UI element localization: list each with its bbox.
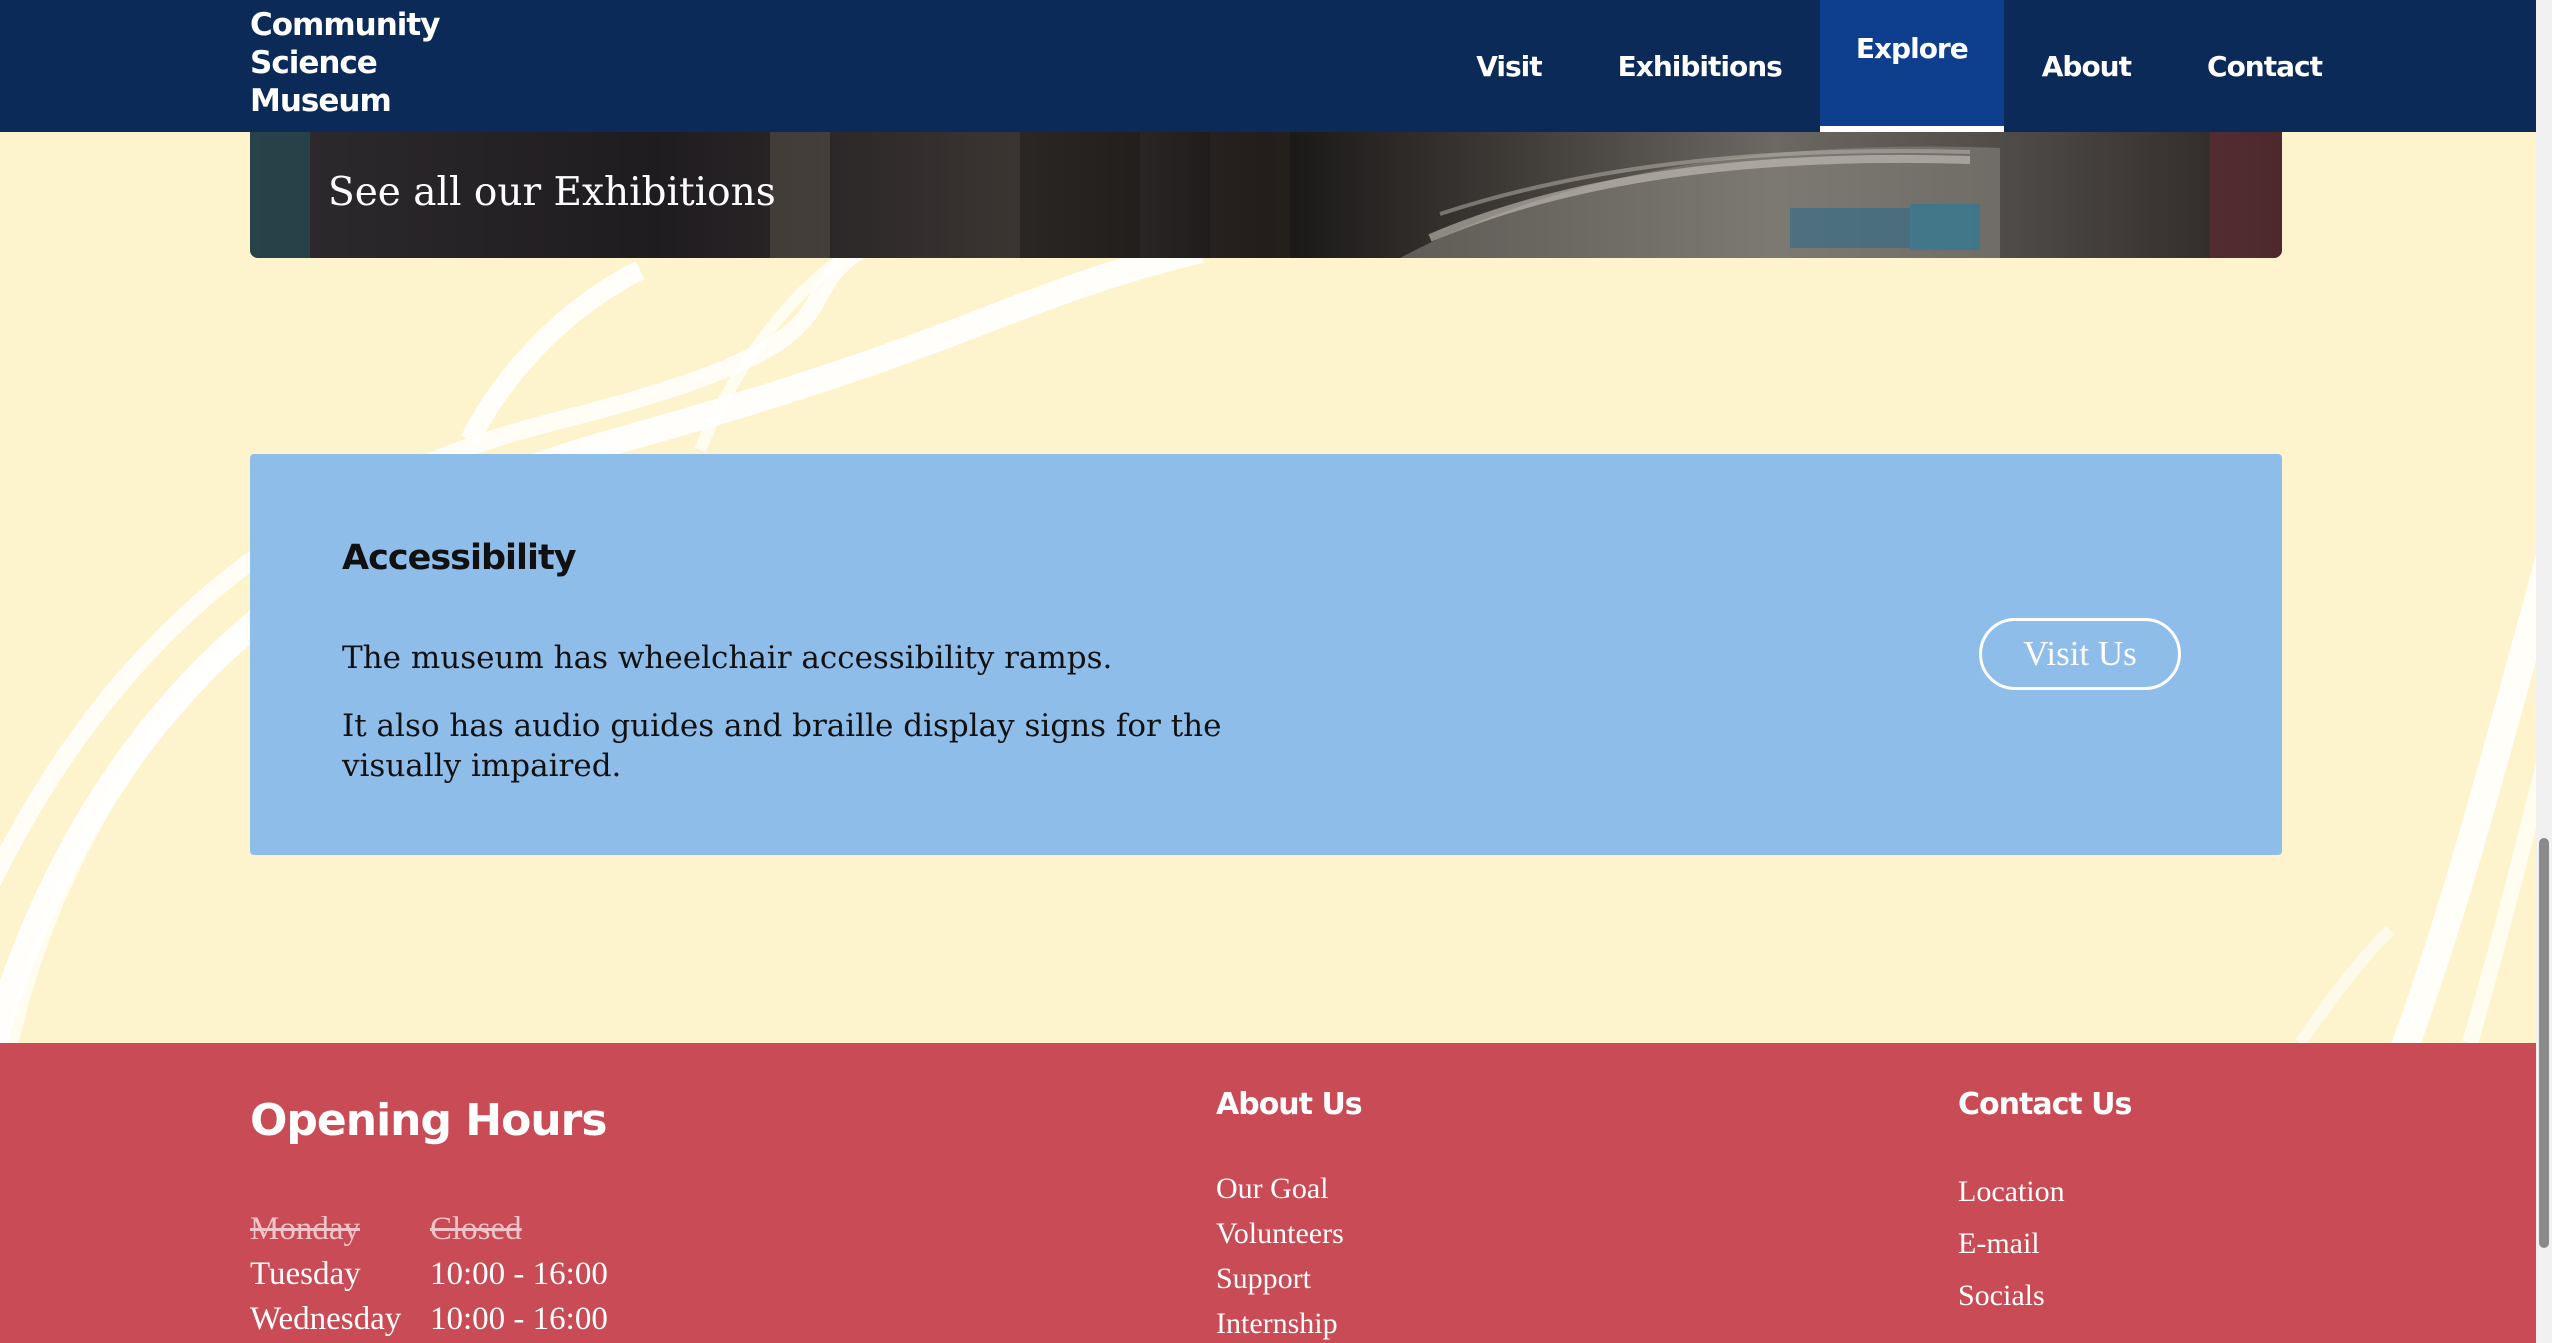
exhibitions-banner[interactable]: See all our Exhibitions — [250, 118, 2282, 258]
hours-day: Tuesday — [250, 1256, 361, 1292]
contact-us-heading: Contact Us — [1958, 1087, 2132, 1122]
scrollbar-thumb[interactable] — [2539, 838, 2549, 1248]
nav-item-contact[interactable]: Contact — [2169, 0, 2360, 132]
accessibility-text-ramps: The museum has wheelchair accessibility … — [342, 640, 1113, 676]
logo-line-3: Museum — [250, 83, 392, 119]
hours-time: Closed — [430, 1211, 522, 1247]
page-scrollbar[interactable] — [2536, 0, 2552, 1343]
nav-item-explore[interactable]: Explore — [1819, 0, 2004, 132]
footer-link-support[interactable]: Support — [1216, 1256, 1362, 1301]
nav-item-visit[interactable]: Visit — [1438, 0, 1579, 132]
nav-item-about[interactable]: About — [2004, 0, 2169, 132]
accessibility-heading: Accessibility — [342, 538, 577, 578]
logo-line-1: Community — [250, 7, 440, 43]
opening-hours-table: Monday Closed Tuesday 10:00 - 16:00 Wedn… — [250, 1207, 608, 1342]
hours-day: Monday — [250, 1211, 360, 1247]
hours-day: Wednesday — [250, 1301, 402, 1337]
footer-link-location[interactable]: Location — [1958, 1166, 2131, 1218]
footer-contact-column: Contact Us Location E-mail Socials — [1958, 1087, 2132, 1322]
footer-link-internship[interactable]: Internship — [1216, 1301, 1362, 1343]
footer-link-volunteers[interactable]: Volunteers — [1216, 1211, 1362, 1256]
footer-about-column: About Us Our Goal Volunteers Support Int… — [1216, 1087, 1363, 1343]
about-us-heading: About Us — [1216, 1087, 1363, 1122]
site-logo[interactable]: Community Science Museum — [250, 6, 440, 120]
footer-link-email[interactable]: E-mail — [1958, 1218, 2131, 1270]
footer-link-our-goal[interactable]: Our Goal — [1216, 1166, 1362, 1211]
hours-row-tuesday: Tuesday 10:00 - 16:00 — [250, 1252, 608, 1297]
hours-time: 10:00 - 16:00 — [430, 1256, 608, 1292]
hours-time: 10:00 - 16:00 — [430, 1301, 608, 1337]
accessibility-card: Accessibility The museum has wheelchair … — [250, 454, 2282, 855]
hours-row-wednesday: Wednesday 10:00 - 16:00 — [250, 1297, 608, 1342]
visit-us-button[interactable]: Visit Us — [1979, 618, 2181, 690]
opening-hours-heading: Opening Hours — [250, 1095, 608, 1146]
nav-item-exhibitions[interactable]: Exhibitions — [1580, 0, 1820, 132]
site-footer: Opening Hours Monday Closed Tuesday 10:0… — [0, 1043, 2536, 1343]
logo-line-2: Science — [250, 45, 378, 81]
accessibility-text-guides: It also has audio guides and braille dis… — [342, 708, 1222, 784]
main-nav: Visit Exhibitions Explore About Contact — [1438, 0, 2360, 132]
hours-row-monday: Monday Closed — [250, 1207, 608, 1252]
site-header: Community Science Museum Visit Exhibitio… — [0, 0, 2536, 132]
see-all-exhibitions-link[interactable]: See all our Exhibitions — [328, 170, 776, 215]
footer-link-socials[interactable]: Socials — [1958, 1270, 2131, 1322]
